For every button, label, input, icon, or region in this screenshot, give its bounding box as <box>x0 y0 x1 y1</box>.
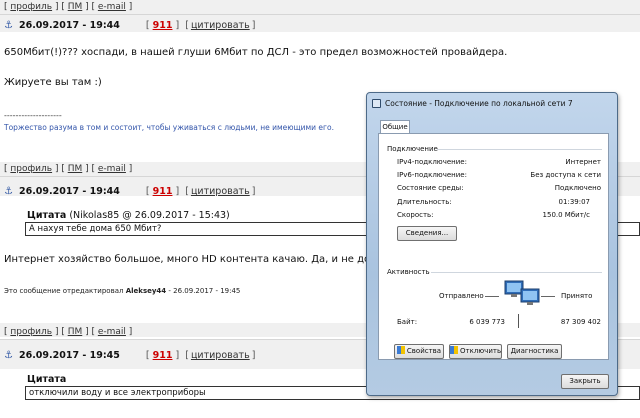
pm-link[interactable]: ПМ <box>68 2 83 12</box>
speed-value: 150.0 Мбит/с <box>542 211 590 219</box>
post-number-link[interactable]: 911 <box>153 350 173 361</box>
shield-icon <box>396 346 405 354</box>
ipv6-label: IPv6-подключение: <box>397 171 467 179</box>
received-label: Принято <box>561 292 593 300</box>
post-header: ⚓ 26.09.2017 - 19:44 [ 911 ] [цитировать… <box>4 186 256 197</box>
bytes-received-value: 87 309 402 <box>560 318 601 326</box>
post-header: ⚓ 26.09.2017 - 19:44 [ 911 ] [цитировать… <box>4 20 256 31</box>
quote-header: Цитата <box>27 374 66 385</box>
quote-button[interactable]: цитировать <box>191 20 250 31</box>
dialog-title: Состояние - Подключение по локальной сет… <box>385 99 573 108</box>
signature-divider: -------------------- <box>4 111 62 120</box>
quote-label: Цитата <box>27 374 67 385</box>
anchor-icon[interactable]: ⚓ <box>4 20 13 31</box>
post-nav-links: [ профиль ] [ ПМ ] [ e-mail ] <box>4 164 133 174</box>
post-number-link[interactable]: 911 <box>153 20 173 31</box>
properties-button[interactable]: Свойства <box>394 344 444 359</box>
connection-status-dialog: Состояние - Подключение по локальной сет… <box>366 92 618 396</box>
speed-label: Скорость: <box>397 211 434 219</box>
network-icon <box>372 99 381 108</box>
duration-value: 01:39:07 <box>558 198 590 206</box>
signature-text: Торжество разума в том и состоит, чтобы … <box>4 123 334 132</box>
post-text: 650Мбит(!)??? хоспади, в нашей глуши 6Мб… <box>4 47 508 58</box>
post-text: Жируете вы там :) <box>4 77 102 88</box>
anchor-icon[interactable]: ⚓ <box>4 350 13 361</box>
quote-header: Цитата (Nikolas85 @ 26.09.2017 - 15:43) <box>27 210 230 221</box>
network-activity-icon <box>503 278 543 312</box>
post-number-link[interactable]: 911 <box>153 186 173 197</box>
diagnostics-button[interactable]: Диагностика <box>507 344 562 359</box>
editor-name: Aleksey44 <box>125 287 167 295</box>
ipv4-label: IPv4-подключение: <box>397 158 467 166</box>
connection-group-label: Подключение <box>387 145 438 153</box>
post-date: 26.09.2017 - 19:44 <box>18 20 120 31</box>
profile-link[interactable]: профиль <box>10 2 52 12</box>
group-divider <box>437 149 602 150</box>
pm-link[interactable]: ПМ <box>68 164 83 174</box>
bytes-separator <box>518 314 519 328</box>
post-date: 26.09.2017 - 19:44 <box>18 186 120 197</box>
tab-general[interactable]: Общие <box>380 120 410 134</box>
quote-button[interactable]: цитировать <box>191 186 250 197</box>
shield-icon <box>450 346 458 354</box>
media-state-value: Подключено <box>554 184 601 192</box>
group-divider <box>431 272 602 273</box>
post-nav-links: [ профиль ] [ ПМ ] [ e-mail ] <box>4 2 133 12</box>
bytes-label: Байт: <box>397 318 418 326</box>
close-button[interactable]: Закрыть <box>561 374 609 389</box>
disable-button[interactable]: Отключить <box>449 344 502 359</box>
quote-label: Цитата <box>27 210 67 221</box>
quote-button[interactable]: цитировать <box>191 350 250 361</box>
sent-line <box>485 296 499 297</box>
sent-label: Отправлено <box>439 292 484 300</box>
post-text: Интернет хозяйство большое, много HD кон… <box>4 254 394 265</box>
bytes-sent-value: 6 039 773 <box>469 318 505 326</box>
received-line <box>541 296 555 297</box>
details-button[interactable]: Сведения... <box>397 226 457 241</box>
ipv6-value: Без доступа к сети <box>530 171 601 179</box>
quote-meta: (Nikolas85 @ 26.09.2017 - 15:43) <box>69 210 230 221</box>
post-nav-links: [ профиль ] [ ПМ ] [ e-mail ] <box>4 327 133 337</box>
anchor-icon[interactable]: ⚓ <box>4 186 13 197</box>
activity-group-label: Активность <box>387 268 430 276</box>
email-link[interactable]: e-mail <box>98 2 126 12</box>
post-header: ⚓ 26.09.2017 - 19:45 [ 911 ] [цитировать… <box>4 350 256 361</box>
profile-link[interactable]: профиль <box>10 164 52 174</box>
tab-panel: Подключение IPv4-подключение: Интернет I… <box>378 133 609 360</box>
duration-label: Длительность: <box>397 198 452 206</box>
edit-note: Это сообщение отредактировал Aleksey44 -… <box>4 287 241 295</box>
profile-link[interactable]: профиль <box>10 327 52 337</box>
ipv4-value: Интернет <box>565 158 601 166</box>
media-state-label: Состояние среды: <box>397 184 464 192</box>
pm-link[interactable]: ПМ <box>68 327 83 337</box>
email-link[interactable]: e-mail <box>98 327 126 337</box>
post-date: 26.09.2017 - 19:45 <box>18 350 120 361</box>
email-link[interactable]: e-mail <box>98 164 126 174</box>
